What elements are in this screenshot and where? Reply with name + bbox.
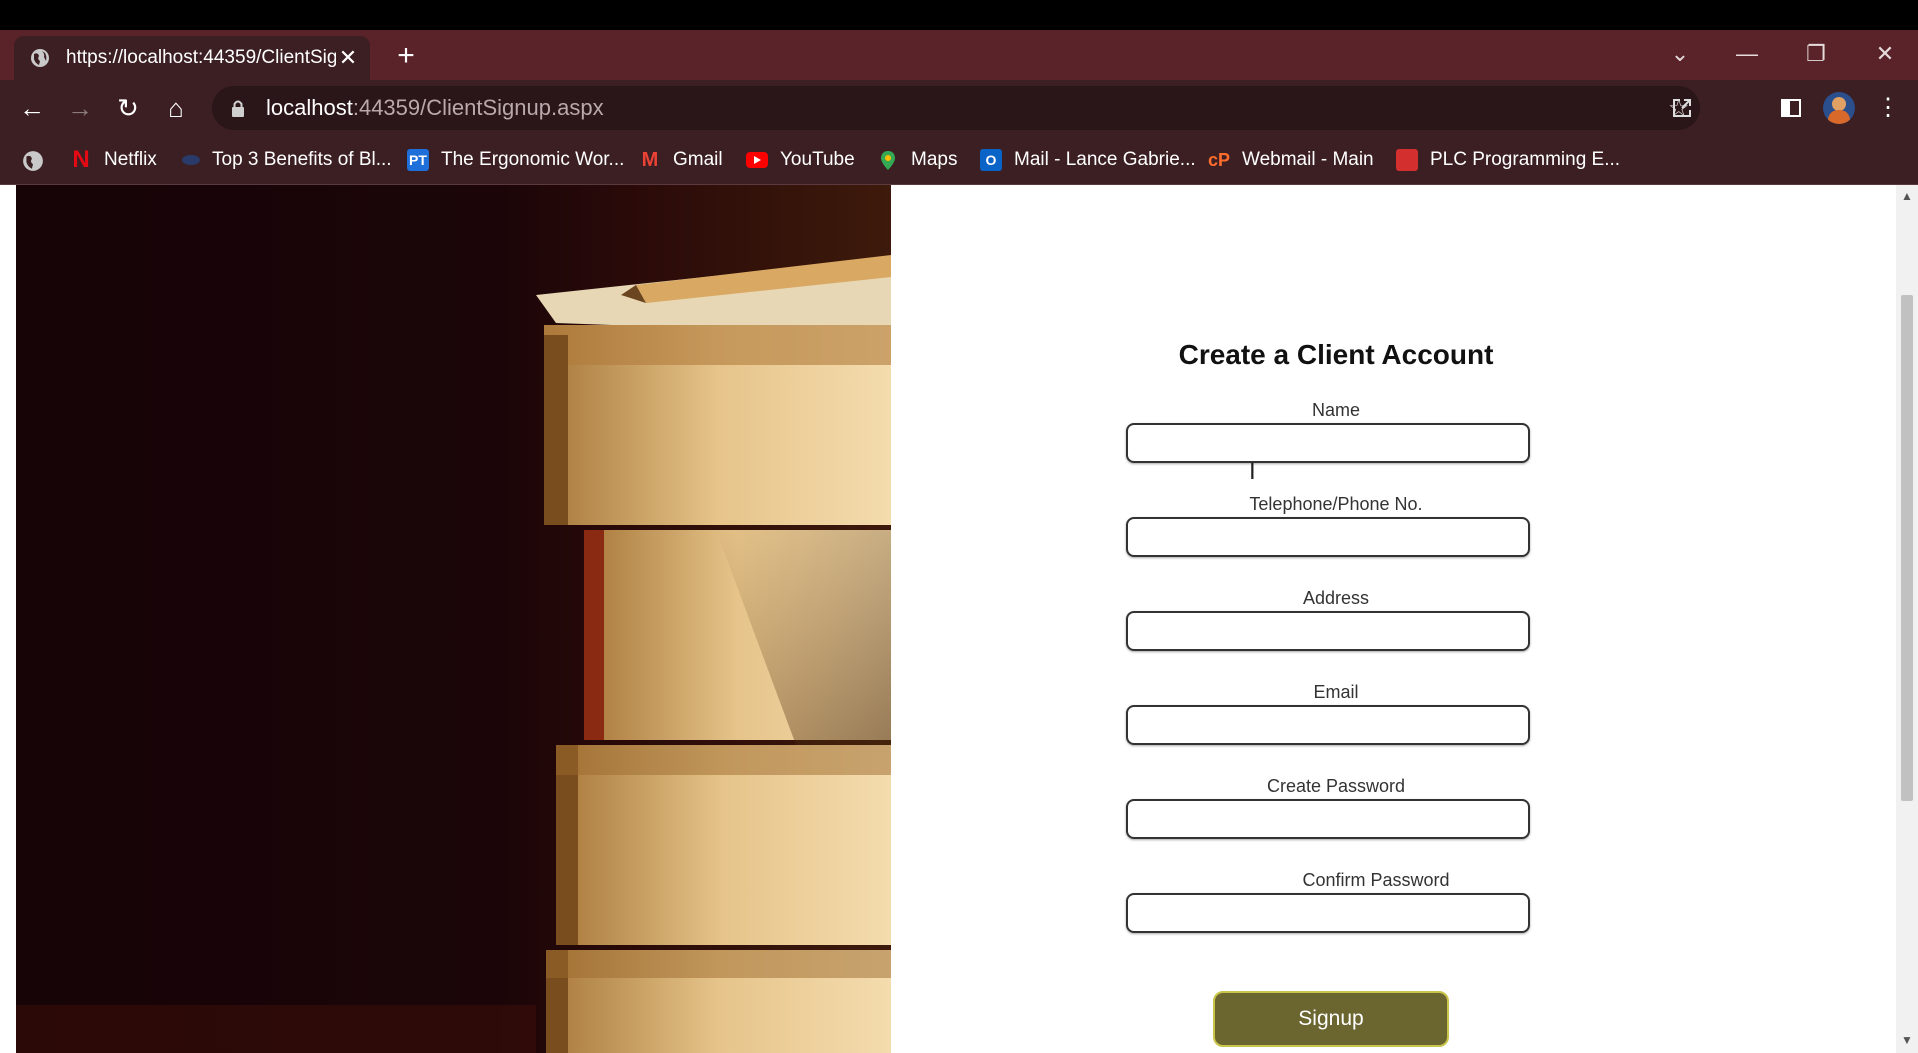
name-label: Name	[1311, 400, 1360, 420]
menu-icon[interactable]: ⋮	[1870, 90, 1906, 126]
lock-icon[interactable]	[230, 99, 246, 117]
plc-icon	[1396, 149, 1418, 171]
pt-icon: PT	[407, 149, 429, 171]
address-bar[interactable]: localhost:44359/ClientSignup.aspx ☆	[212, 86, 1700, 130]
new-tab-icon[interactable]: +	[390, 40, 422, 72]
bookmark-label: The Ergonomic Wor...	[441, 149, 625, 170]
site-icon	[182, 155, 200, 165]
reload-icon[interactable]: ↻	[110, 90, 146, 126]
bookmark-ergonomic[interactable]: PT The Ergonomic Wor...	[407, 146, 624, 174]
bookmark-youtube[interactable]: YouTube	[746, 146, 855, 174]
bookmark-label: Maps	[911, 149, 958, 170]
bookmark-mail-lance[interactable]: O Mail - Lance Gabrie...	[980, 146, 1196, 174]
page-content: Create a Client Account Name Telephone/P…	[0, 185, 1918, 1053]
email-field[interactable]	[1126, 705, 1530, 745]
bookmark-netflix[interactable]: N Netflix	[70, 146, 157, 174]
bookmark-maps[interactable]: Maps	[877, 146, 957, 174]
text-cursor-icon: I	[1249, 458, 1256, 485]
bookmark-label: PLC Programming E...	[1430, 149, 1621, 170]
bookmark-plc[interactable]: PLC Programming E...	[1396, 146, 1620, 174]
address-label: Address	[1302, 588, 1370, 608]
scrollbar-thumb[interactable]	[1901, 295, 1913, 801]
gmail-icon: M	[641, 149, 659, 171]
minimize-icon[interactable]: —	[1727, 36, 1767, 72]
bookmark-label: Netflix	[104, 149, 157, 170]
window-top-edge	[0, 0, 1918, 30]
maps-icon	[881, 151, 895, 170]
profile-avatar[interactable]	[1823, 92, 1855, 124]
netflix-icon: N	[72, 146, 90, 173]
browser-toolbar: ← → ↻ ⌂ localhost:44359/ClientSignup.asp…	[0, 80, 1918, 136]
bookmark-label: YouTube	[780, 149, 855, 170]
tab-strip: https://localhost:44359/ClientSig ✕ + ⌄ …	[0, 30, 1918, 80]
url-path: :44359/ClientSignup.aspx	[352, 95, 604, 120]
close-window-icon[interactable]: ✕	[1865, 36, 1905, 72]
bookmark-label: Webmail - Main	[1242, 149, 1374, 170]
share-icon[interactable]	[1670, 96, 1694, 120]
phone-label: Telephone/Phone No.	[1249, 494, 1423, 514]
books-illustration	[16, 255, 891, 1053]
close-tab-icon[interactable]: ✕	[336, 45, 360, 71]
books-hero-image	[16, 185, 891, 1053]
create-password-label: Create Password	[1266, 776, 1406, 796]
bookmark-gmail[interactable]: M Gmail	[639, 146, 723, 174]
restore-icon[interactable]: ❐	[1796, 36, 1836, 72]
scroll-down-icon[interactable]: ▼	[1900, 1033, 1914, 1047]
globe-icon[interactable]	[22, 150, 44, 172]
scroll-up-icon[interactable]: ▲	[1900, 189, 1914, 203]
signup-button[interactable]: Signup	[1213, 991, 1449, 1047]
address-field[interactable]	[1126, 611, 1530, 651]
cpanel-icon: cP	[1208, 150, 1231, 170]
forward-icon[interactable]: →	[62, 90, 98, 126]
bookmark-label: Gmail	[673, 149, 723, 170]
home-icon[interactable]: ⌂	[158, 90, 194, 126]
bookmark-benefits[interactable]: Top 3 Benefits of Bl...	[182, 146, 392, 174]
active-tab[interactable]: https://localhost:44359/ClientSig ✕	[14, 36, 370, 80]
side-panel-icon[interactable]	[1779, 96, 1803, 120]
confirm-password-field[interactable]	[1126, 893, 1530, 933]
tab-title: https://localhost:44359/ClientSig	[66, 47, 336, 68]
bookmark-label: Top 3 Benefits of Bl...	[212, 149, 392, 170]
name-field[interactable]	[1126, 423, 1530, 463]
globe-icon	[31, 49, 49, 67]
tab-search-icon[interactable]: ⌄	[1660, 36, 1700, 72]
scrollbar[interactable]: ▲ ▼	[1896, 185, 1918, 1053]
create-password-field[interactable]	[1126, 799, 1530, 839]
outlook-icon: O	[980, 149, 1002, 171]
bookmark-label: Mail - Lance Gabrie...	[1014, 149, 1196, 170]
confirm-password-label: Confirm Password	[1302, 870, 1450, 890]
page-title: Create a Client Account	[1178, 339, 1494, 370]
phone-field[interactable]	[1126, 517, 1530, 557]
back-icon[interactable]: ←	[14, 90, 50, 126]
email-label: Email	[1313, 682, 1359, 702]
signup-form: Create a Client Account Name Telephone/P…	[1106, 185, 1566, 1053]
bookmark-webmail[interactable]: cP Webmail - Main	[1208, 146, 1374, 174]
bookmarks-bar: N Netflix Top 3 Benefits of Bl... PT The…	[0, 136, 1918, 185]
url-host: localhost	[266, 95, 353, 120]
youtube-icon	[746, 152, 768, 168]
